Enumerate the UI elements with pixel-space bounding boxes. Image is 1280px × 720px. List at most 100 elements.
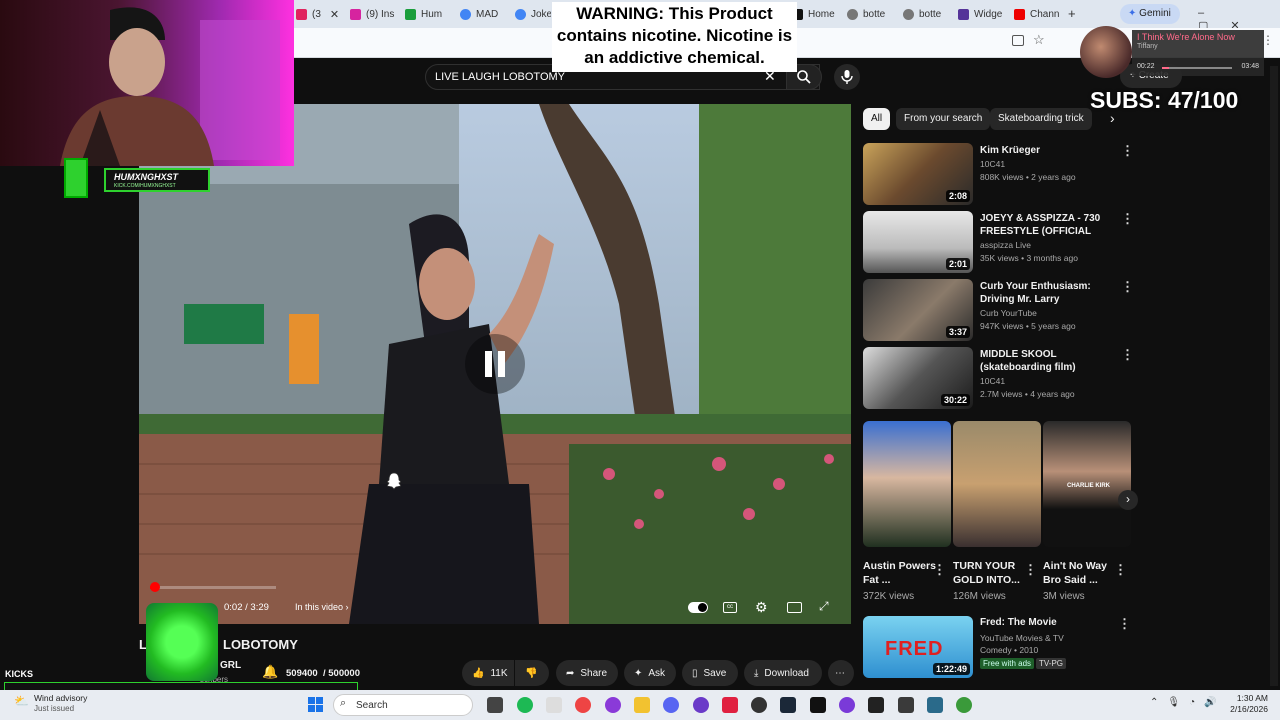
progress-bar[interactable] <box>150 586 276 589</box>
minimize-icon[interactable]: – <box>1198 7 1226 19</box>
app-icon[interactable] <box>693 697 709 713</box>
browser-tab[interactable]: Joker <box>515 3 551 25</box>
short-title[interactable]: Ain't No Way Bro Said ... <box>1043 559 1123 587</box>
duration-badge: 2:01 <box>945 258 970 270</box>
spotify-icon[interactable] <box>517 697 533 713</box>
related-video[interactable]: 3:37 Curb Your Enthusiasm: Driving Mr. L… <box>863 279 1134 343</box>
gemini-button[interactable]: ✦ Gemini <box>1120 4 1180 24</box>
windows-start-icon[interactable] <box>308 697 324 713</box>
chip-all[interactable]: All <box>863 108 891 130</box>
weather-title[interactable]: Wind advisory <box>34 693 87 703</box>
movie-meta: Comedy • 2010 <box>980 645 1039 655</box>
video-title: JOEYY & ASSPIZZA - 730 FREESTYLE (OFFICI… <box>980 213 1101 237</box>
video-thumbnail: 2:01 <box>863 211 973 273</box>
in-this-video-label: In this video <box>295 602 344 612</box>
channel-name: 10C41 <box>980 159 1006 169</box>
download-button[interactable]: ⤓ Download <box>744 660 822 686</box>
app-icon[interactable] <box>868 697 884 713</box>
browser-tab[interactable]: Chann <box>1014 3 1064 25</box>
discord-icon[interactable] <box>663 697 679 713</box>
more-options-icon[interactable]: ⋮ <box>1121 347 1134 363</box>
app-icon[interactable] <box>927 697 943 713</box>
browser-tab[interactable]: (9) Ins <box>350 3 396 25</box>
browser-tab[interactable]: MAD <box>460 3 506 25</box>
music-app-icon[interactable] <box>546 697 562 713</box>
more-options-icon[interactable]: ⋮ <box>1114 562 1127 578</box>
chevron-up-icon: ⌃ <box>1150 697 1168 708</box>
app-icon[interactable] <box>839 697 855 713</box>
bookmark-star-icon[interactable]: ☆ <box>1033 32 1045 48</box>
shorts-next-button[interactable]: › <box>1118 490 1138 510</box>
app-icon[interactable] <box>605 697 621 713</box>
browser-tab[interactable]: (3 ✕ <box>296 3 340 25</box>
short-title[interactable]: TURN YOUR GOLD INTO... <box>953 559 1033 587</box>
more-options-icon[interactable]: ⋮ <box>1118 616 1131 632</box>
short-thumbnail[interactable] <box>863 421 951 547</box>
more-options-icon[interactable]: ⋮ <box>1024 562 1037 578</box>
gemini-label: Gemini <box>1139 8 1171 19</box>
pause-overlay-button[interactable] <box>465 334 525 394</box>
more-options-icon[interactable]: ⋮ <box>1121 143 1134 159</box>
more-options-icon[interactable]: ⋮ <box>1121 211 1134 227</box>
related-video[interactable]: 2:01 JOEYY & ASSPIZZA - 730 FREESTYLE (O… <box>863 211 1134 275</box>
file-explorer-icon[interactable] <box>634 697 650 713</box>
dislike-button[interactable]: 👎 <box>515 660 549 686</box>
related-video[interactable]: 30:22 MIDDLE SKOOL (skateboarding film) … <box>863 347 1134 411</box>
app-icon[interactable] <box>898 697 914 713</box>
short-title[interactable]: Austin Powers Fat ... <box>863 559 943 587</box>
related-video[interactable]: 2:08 Kim Krüeger 10C41 808K views • 2 ye… <box>863 143 1134 207</box>
more-actions-button[interactable]: ⋯ <box>828 660 854 686</box>
browser-tab[interactable]: botte <box>903 3 951 25</box>
movie-channel: YouTube Movies & TV <box>980 633 1064 643</box>
browser-tab[interactable]: Hum <box>405 3 451 25</box>
like-button[interactable]: 👍 11K <box>462 660 514 686</box>
channel-name[interactable]: GRL <box>220 660 241 671</box>
thumbs-down-icon: 👎 <box>525 667 538 679</box>
obs-icon[interactable] <box>751 697 767 713</box>
download-label: Download <box>764 667 809 679</box>
captions-icon[interactable]: cc <box>723 602 737 613</box>
bell-icon[interactable]: 🔔 <box>262 664 278 680</box>
task-view-icon[interactable] <box>487 697 503 713</box>
browser-tab[interactable]: Home <box>792 3 840 25</box>
more-options-icon[interactable]: ⋮ <box>933 562 946 578</box>
video-player[interactable] <box>139 104 851 624</box>
browser-tab[interactable]: Widge <box>958 3 1008 25</box>
taskbar-search[interactable]: Search <box>333 694 473 716</box>
new-tab-button[interactable]: + <box>1068 6 1076 21</box>
fullscreen-icon[interactable]: ⤢ <box>819 599 829 614</box>
ask-button[interactable]: ✦ Ask <box>624 660 676 686</box>
search-icon: ⌕ <box>340 697 347 709</box>
autoplay-toggle[interactable] <box>688 602 708 613</box>
voice-search-button[interactable] <box>834 64 860 90</box>
short-thumbnail[interactable]: CHARLIE KIRK <box>1043 421 1131 547</box>
settings-gear-icon[interactable]: ⚙ <box>755 599 768 616</box>
close-tab-icon[interactable]: ✕ <box>330 8 339 21</box>
chip-from-your-search[interactable]: From your search <box>896 108 991 130</box>
chrome-icon[interactable] <box>575 697 591 713</box>
browser-tab[interactable]: botte <box>847 3 895 25</box>
terminal-icon[interactable] <box>810 697 826 713</box>
clock-time[interactable]: 1:30 AM <box>1228 693 1268 703</box>
system-tray[interactable]: ⌃🎙◔🔊 <box>1150 697 1226 708</box>
scrubber-handle[interactable] <box>150 582 160 592</box>
save-button[interactable]: ▯ Save <box>682 660 738 686</box>
sub-goal-count: 509400 <box>286 668 318 679</box>
install-app-icon[interactable] <box>1012 35 1024 46</box>
tab-label: Home <box>808 8 835 20</box>
short-thumbnail[interactable] <box>953 421 1041 547</box>
miniplayer-icon[interactable] <box>787 602 802 613</box>
share-button[interactable]: ➦ Share <box>556 660 618 686</box>
webcam-overlay <box>0 0 294 166</box>
kick-favicon-icon <box>405 8 416 20</box>
more-options-icon[interactable]: ⋮ <box>1121 279 1134 295</box>
movie-thumbnail[interactable]: FRED 1:22:49 <box>863 616 973 678</box>
movie-title[interactable]: Fred: The Movie <box>980 617 1057 628</box>
steam-icon[interactable] <box>780 697 796 713</box>
chip-skateboarding-trick[interactable]: Skateboarding trick <box>990 108 1092 130</box>
app-icon[interactable] <box>722 697 738 713</box>
video-thumbnail: 2:08 <box>863 143 973 205</box>
scrollbar[interactable] <box>1270 66 1278 686</box>
in-this-video-button[interactable]: In this video › <box>295 602 349 612</box>
chrome-profile-icon[interactable] <box>956 697 972 713</box>
